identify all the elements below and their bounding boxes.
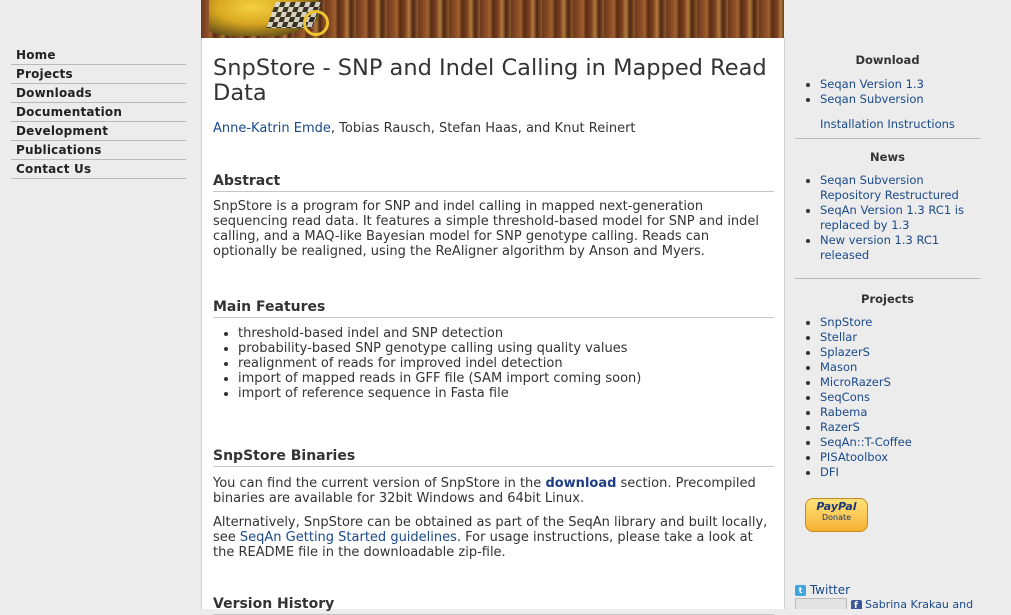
project-link-pisatoolbox[interactable]: PISAtoolbox <box>820 450 888 464</box>
news-box: News Seqan Subversion Repository Restruc… <box>795 150 980 279</box>
binaries-heading: SnpStore Binaries <box>213 448 774 467</box>
version-history-section: Version History <box>213 596 774 615</box>
abstract-text: SnpStore is a program for SNP and indel … <box>213 199 760 259</box>
nav-item-home[interactable]: Home <box>11 46 186 65</box>
binaries-p1-text: You can find the current version of SnpS… <box>213 476 546 491</box>
nav-item-downloads[interactable]: Downloads <box>11 84 186 103</box>
logo-cable-decoration <box>303 10 329 36</box>
social-row: f Sabrina Krakau and <box>795 598 980 609</box>
projects-heading: Projects <box>861 292 914 306</box>
list-item: threshold-based indel and SNP detection <box>238 326 774 341</box>
download-box: Download Seqan Version 1.3 Seqan Subvers… <box>795 53 980 139</box>
main-content: SnpStore - SNP and Indel Calling in Mapp… <box>201 38 785 615</box>
divider <box>795 278 980 279</box>
nav-item-documentation[interactable]: Documentation <box>11 103 186 122</box>
projects-box: Projects SnpStore Stellar SplazerS Mason… <box>795 292 980 480</box>
list-item: import of mapped reads in GFF file (SAM … <box>238 371 774 386</box>
author-link[interactable]: Anne-Katrin Emde <box>213 121 331 136</box>
divider <box>795 138 980 139</box>
facebook-friend-link[interactable]: Sabrina Krakau and <box>865 598 973 609</box>
nav-item-projects[interactable]: Projects <box>11 65 186 84</box>
list-item: probability-based SNP genotype calling u… <box>238 341 774 356</box>
project-link-razers[interactable]: RazerS <box>820 420 860 434</box>
news-item[interactable]: Seqan Subversion Repository Restructured <box>820 173 959 202</box>
nav-item-development[interactable]: Development <box>11 122 186 141</box>
features-list: threshold-based indel and SNP detection … <box>213 326 774 401</box>
project-link-mason[interactable]: Mason <box>820 360 857 374</box>
getting-started-link[interactable]: SeqAn Getting Started guidelines <box>240 530 457 545</box>
abstract-section: Abstract SnpStore is a program for SNP a… <box>213 173 774 259</box>
project-link-stellar[interactable]: Stellar <box>820 330 857 344</box>
twitter-row: t Twitter <box>795 583 850 597</box>
list-item: realignment of reads for improved indel … <box>238 356 774 371</box>
news-heading: News <box>870 150 905 164</box>
news-list: Seqan Subversion Repository Restructured… <box>795 173 980 263</box>
download-link-subversion[interactable]: Seqan Subversion <box>820 92 924 106</box>
twitter-link[interactable]: Twitter <box>810 583 850 597</box>
download-list: Seqan Version 1.3 Seqan Subversion <box>795 77 980 107</box>
project-link-dfi[interactable]: DFI <box>820 465 839 479</box>
features-section: Main Features threshold-based indel and … <box>213 299 774 401</box>
left-navigation: Home Projects Downloads Documentation De… <box>11 46 186 179</box>
project-link-microrazers[interactable]: MicroRazerS <box>820 375 891 389</box>
paypal-label: PayPal <box>816 500 857 513</box>
news-item[interactable]: SeqAn Version 1.3 RC1 is replaced by 1.3 <box>820 203 964 232</box>
paypal-donate-button[interactable]: PayPal Donate <box>805 498 868 532</box>
authors-line: Anne-Katrin Emde, Tobias Rausch, Stefan … <box>213 120 774 138</box>
install-row: Installation Instructions <box>795 117 980 132</box>
download-link-seqan-1-3[interactable]: Seqan Version 1.3 <box>820 77 924 91</box>
project-link-t-coffee[interactable]: SeqAn::T-Coffee <box>820 435 912 449</box>
abstract-heading: Abstract <box>213 173 774 192</box>
nav-item-publications[interactable]: Publications <box>11 141 186 160</box>
news-item[interactable]: New version 1.3 RC1 released <box>820 233 939 262</box>
project-link-splazers[interactable]: SplazerS <box>820 345 870 359</box>
paypal-donate-label: Donate <box>821 513 852 522</box>
download-link[interactable]: download <box>545 476 616 491</box>
facebook-icon: f <box>850 599 862 609</box>
version-history-heading: Version History <box>213 596 774 615</box>
features-heading: Main Features <box>213 299 774 318</box>
list-item: import of reference sequence in Fasta fi… <box>238 386 774 401</box>
binaries-paragraph-2: Alternatively, SnpStore can be obtained … <box>213 515 774 560</box>
download-heading: Download <box>855 53 920 67</box>
authors-rest: , Tobias Rausch, Stefan Haas, and Knut R… <box>330 121 636 136</box>
nav-item-contact-us[interactable]: Contact Us <box>11 160 186 179</box>
like-button[interactable] <box>795 598 847 609</box>
project-link-seqcons[interactable]: SeqCons <box>820 390 870 404</box>
projects-list: SnpStore Stellar SplazerS Mason MicroRaz… <box>795 315 980 480</box>
project-link-snpstore[interactable]: SnpStore <box>820 315 872 329</box>
project-link-rabema[interactable]: Rabema <box>820 405 867 419</box>
installation-instructions-link[interactable]: Installation Instructions <box>820 117 955 131</box>
binaries-section: SnpStore Binaries You can find the curre… <box>213 448 774 560</box>
twitter-icon[interactable]: t <box>795 585 806 596</box>
binaries-paragraph-1: You can find the current version of SnpS… <box>213 476 774 506</box>
page-title: SnpStore - SNP and Indel Calling in Mapp… <box>213 55 767 106</box>
header-banner <box>201 0 784 39</box>
